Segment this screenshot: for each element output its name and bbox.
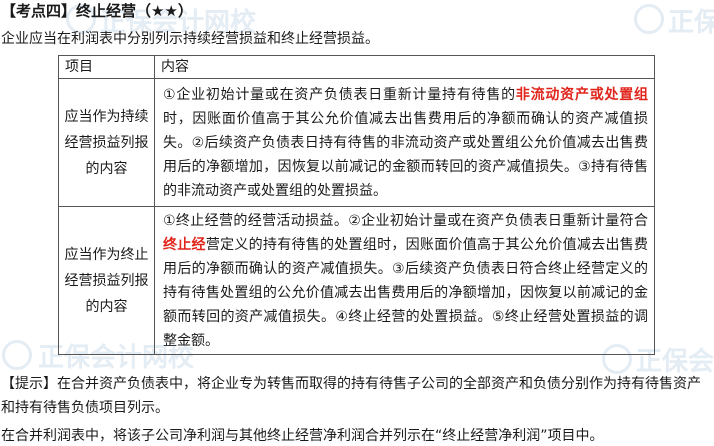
row-item-continuing: 应当作为持续经营损益列报的内容 (58, 78, 155, 207)
section-heading: 【考点四】终止经营（★★） (1, 1, 193, 21)
content-segment: 营定义的持有待售的处置组时，因账面价值高于其公允价值减去出售费用后的净额而确认的… (163, 236, 649, 349)
header-content: 内容 (154, 55, 655, 79)
row-item-discontinued: 应当作为终止经营损益列报的内容 (58, 206, 155, 355)
comparison-table: 项目 内容 应当作为持续经营损益列报的内容 ①企业初始计量或在资产负债表日重新计… (58, 55, 655, 355)
watermark-logo-icon (2, 340, 32, 370)
tip-paragraph: 【提示】在合并资产负债表中，将企业专为转售而取得的持有待售子公司的全部资产和负债… (1, 376, 701, 416)
table-row: 应当作为终止经营损益列报的内容 ①终止经营的经营活动损益。②企业初始计量或在资产… (58, 206, 655, 355)
section-label: 【考点四】 (1, 2, 77, 20)
highlight-segment: 终止经 (163, 236, 206, 253)
watermark-logo-icon (634, 4, 664, 34)
content-segment: ①企业初始计量或在资产负债表日重新计量持有待售的 (163, 86, 516, 103)
row-content-continuing: ①企业初始计量或在资产负债表日重新计量持有待售的非流动资产或处置组时，因账面价值… (154, 78, 655, 207)
header-item: 项目 (58, 55, 155, 79)
content-segment: ①终止经营的经营活动损益。②企业初始计量或在资产负债表日重新计量符合 (163, 212, 648, 229)
section-title: 终止经营（★★） (76, 2, 193, 20)
watermark-text: 正保会计网校 (668, 8, 714, 38)
intro-paragraph: 企业应当在利润表中分别列示持续经营损益和终止经营损益。 (1, 31, 379, 47)
content-segment: 时，因账面价值高于其公允价值减去出售费用后的净额而确认的资产减值损失。②后续资产… (163, 110, 648, 199)
bottom-paragraph: 在合并利润表中，将该子公司净利润与其他终止经营净利润合并列示在“终止经营净利润”… (1, 428, 604, 444)
table-row: 应当作为持续经营损益列报的内容 ①企业初始计量或在资产负债表日重新计量持有待售的… (58, 78, 655, 207)
table-header-row: 项目 内容 (58, 55, 655, 79)
row-content-discontinued: ①终止经营的经营活动损益。②企业初始计量或在资产负债表日重新计量符合终止经营定义… (154, 206, 655, 355)
highlight-segment: 非流动资产或处置组 (515, 86, 648, 103)
